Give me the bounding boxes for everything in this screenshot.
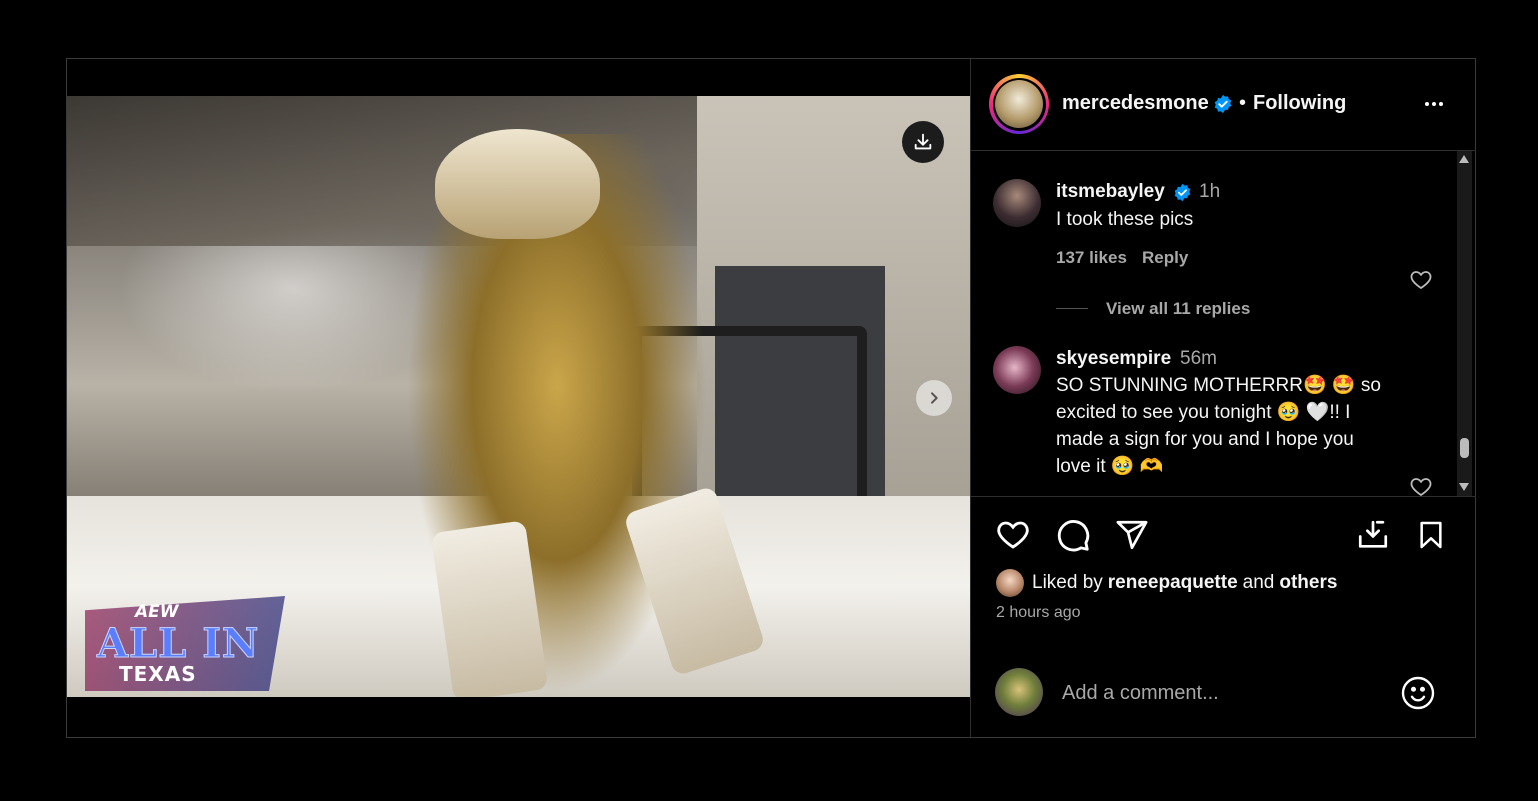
comment-likes[interactable]: 137 likes (1056, 248, 1127, 268)
download-icon (914, 133, 932, 150)
liked-by: Liked by reneepaquette and others (996, 569, 1342, 597)
bookmark-button[interactable] (1411, 515, 1451, 555)
add-comment-bar (971, 644, 1476, 737)
post-timestamp[interactable]: 2 hours ago (996, 604, 1081, 622)
scroll-up-arrow-icon[interactable] (1459, 155, 1469, 163)
comment-time[interactable]: 56m (1180, 348, 1217, 370)
liked-by-conjunction: and (1242, 572, 1275, 593)
header-separator: • (1239, 92, 1247, 114)
comment-avatar[interactable] (993, 346, 1041, 394)
comment-text-line: made a sign for you and I hope you (1056, 429, 1354, 450)
post-header: mercedesmone • Following (971, 59, 1476, 151)
add-comment-input[interactable] (1062, 679, 1382, 707)
comment-time[interactable]: 1h (1199, 181, 1220, 203)
smiley-icon (1401, 676, 1435, 710)
save-to-device-button[interactable] (1353, 515, 1393, 555)
post-sidebar: mercedesmone • Following itsmebayley 1h … (970, 59, 1476, 737)
share-button[interactable] (1112, 515, 1152, 555)
comment-username[interactable]: skyesempire (1056, 348, 1171, 370)
following-button[interactable]: Following (1253, 92, 1346, 115)
post-modal: AEW ALL IN TEXAS mercedesmone • Followin… (66, 58, 1476, 738)
download-button[interactable] (902, 121, 944, 163)
photo-cowboy-hat (435, 129, 600, 239)
post-actions (971, 497, 1476, 577)
author-avatar-image (995, 80, 1043, 128)
view-replies-button[interactable]: View all 11 replies (1106, 299, 1250, 319)
comment-text: I took these pics (1056, 209, 1194, 230)
comment-like-icon[interactable] (1409, 475, 1433, 497)
more-horizontal-icon (1425, 102, 1429, 106)
event-logo-texas: TEXAS (119, 662, 197, 686)
chevron-right-icon (931, 392, 938, 404)
download-tray-icon (1358, 520, 1388, 548)
post-photo[interactable]: AEW ALL IN TEXAS (67, 96, 970, 697)
post-media: AEW ALL IN TEXAS (67, 59, 970, 737)
scroll-down-arrow-icon[interactable] (1459, 483, 1469, 491)
emoji-button[interactable] (1399, 674, 1437, 712)
like-button[interactable] (993, 515, 1033, 555)
paper-plane-icon (1116, 520, 1148, 550)
next-slide-button[interactable] (916, 380, 952, 416)
comment-text: SO STUNNING MOTHERRR🤩 🤩 so excited to se… (1056, 372, 1406, 480)
verified-badge-icon (1214, 94, 1232, 114)
author-avatar[interactable] (989, 74, 1049, 134)
viewer-avatar (995, 668, 1043, 716)
more-options-button[interactable] (1419, 92, 1449, 116)
comment-text-line: love it 🥹 🫶 (1056, 456, 1164, 477)
verified-badge-icon (1174, 183, 1191, 202)
heart-icon (997, 521, 1029, 549)
liker-username[interactable]: reneepaquette (1108, 572, 1238, 594)
author-username[interactable]: mercedesmone (1062, 92, 1209, 115)
liked-by-prefix: Liked by (1032, 572, 1103, 593)
event-logo-aew: AEW (135, 602, 179, 622)
bookmark-icon (1420, 521, 1442, 549)
event-logo-all-in: ALL IN (96, 620, 260, 668)
comments-list: itsmebayley 1h I took these pics 137 lik… (971, 151, 1476, 497)
comment-avatar[interactable] (993, 179, 1041, 227)
comments-scrollbar[interactable] (1457, 151, 1472, 496)
liked-by-others-link[interactable]: others (1279, 572, 1337, 594)
comment-text-line: SO STUNNING MOTHERRR🤩 🤩 so (1056, 375, 1381, 396)
comment-button[interactable] (1053, 515, 1093, 555)
comment-bubble-icon (1057, 520, 1090, 552)
comment-like-icon[interactable] (1409, 268, 1433, 292)
replies-divider (1056, 308, 1088, 309)
scrollbar-thumb[interactable] (1460, 438, 1469, 458)
comment-text-line: excited to see you tonight 🥹 🤍!! I (1056, 402, 1351, 423)
liker-avatar[interactable] (996, 569, 1024, 597)
comment-reply-button[interactable]: Reply (1142, 248, 1188, 268)
comment-username[interactable]: itsmebayley (1056, 181, 1165, 203)
